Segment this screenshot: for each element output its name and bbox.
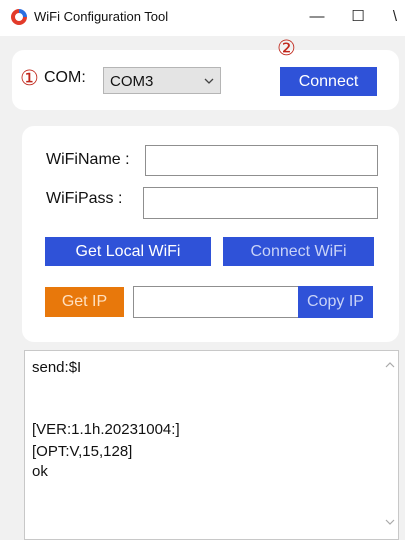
copy-ip-button[interactable]: Copy IP [298, 286, 373, 318]
scroll-down-icon[interactable] [385, 518, 395, 526]
annotation-marker-1: ① [20, 66, 39, 90]
com-label: COM: [44, 69, 86, 86]
maximize-button[interactable]: ☐ [343, 6, 373, 28]
console-output[interactable]: send:$I [VER:1.1h.20231004:] [OPT:V,15,1… [24, 350, 399, 540]
console-line: ok [32, 463, 48, 480]
app-logo-icon [11, 9, 27, 25]
window-title: WiFi Configuration Tool [34, 9, 169, 24]
ip-output-field[interactable] [133, 286, 300, 318]
console-line: [OPT:V,15,128] [32, 443, 133, 460]
minimize-button[interactable]: — [302, 6, 332, 28]
wifi-pass-label: WiFiPass : [46, 190, 123, 207]
get-ip-button[interactable]: Get IP [45, 287, 124, 317]
connect-button[interactable]: Connect [280, 67, 377, 96]
wifi-pass-input[interactable] [143, 187, 378, 219]
title-bar: WiFi Configuration Tool — ☐ \ [0, 0, 405, 36]
console-line: [VER:1.1h.20231004:] [32, 421, 180, 438]
wifi-name-input[interactable] [145, 145, 378, 176]
com-port-select[interactable]: COM3 [103, 67, 221, 94]
scroll-up-icon[interactable] [385, 361, 395, 369]
annotation-marker-2: ② [277, 36, 296, 60]
get-local-wifi-button[interactable]: Get Local WiFi [45, 237, 211, 266]
chevron-down-icon [204, 78, 214, 84]
connect-wifi-button[interactable]: Connect WiFi [223, 237, 374, 266]
close-button[interactable]: \ [380, 6, 405, 28]
wifi-name-label: WiFiName : [46, 151, 130, 168]
com-port-value: COM3 [110, 73, 154, 90]
console-line: send:$I [32, 359, 82, 376]
